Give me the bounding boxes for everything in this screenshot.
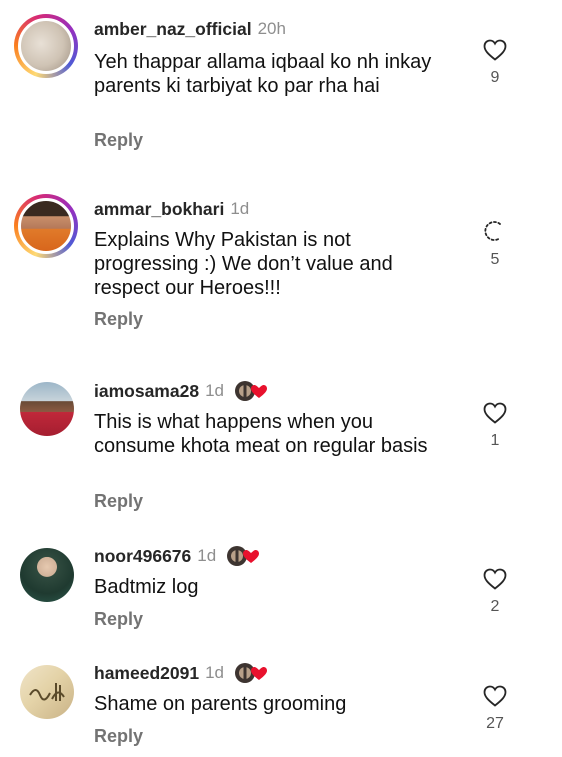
avatar-image bbox=[20, 382, 74, 436]
avatar-image bbox=[20, 548, 74, 602]
avatar-story-ring[interactable] bbox=[14, 14, 78, 78]
avatar[interactable] bbox=[20, 665, 74, 719]
reply-button[interactable]: Reply bbox=[94, 726, 143, 747]
heart-outline-icon[interactable] bbox=[478, 685, 512, 707]
avatar bbox=[18, 18, 74, 74]
avatar-image bbox=[20, 665, 74, 719]
timestamp: 1d bbox=[205, 663, 224, 682]
avatar-heart-badge-icon bbox=[226, 545, 260, 567]
like-count: 9 bbox=[490, 69, 500, 86]
username[interactable]: iamosama28 bbox=[94, 381, 199, 402]
like-count: 1 bbox=[490, 432, 500, 449]
like-control: 27 bbox=[478, 685, 512, 733]
reply-button[interactable]: Reply bbox=[94, 609, 143, 630]
heart-outline-icon[interactable] bbox=[478, 568, 512, 590]
avatar[interactable] bbox=[20, 382, 74, 436]
avatar[interactable] bbox=[20, 548, 74, 602]
username[interactable]: noor496676 bbox=[94, 546, 191, 567]
comment-header: iamosama28 1d bbox=[94, 378, 268, 404]
comment-text: Explains Why Pakistan is not progressing… bbox=[94, 229, 393, 299]
comment-header: ammar_bokhari 1d bbox=[94, 196, 249, 222]
heart-outline-icon[interactable] bbox=[478, 39, 512, 61]
like-count: 5 bbox=[490, 251, 500, 268]
reply-button[interactable]: Reply bbox=[94, 491, 143, 512]
like-control: 9 bbox=[478, 39, 512, 87]
reply-button[interactable]: Reply bbox=[94, 130, 143, 151]
comment-text: Yeh thappar allama iqbaal ko nh inkay pa… bbox=[94, 51, 432, 97]
avatar bbox=[18, 198, 74, 254]
spinner-icon bbox=[478, 219, 512, 243]
comment-header: hameed2091 1d bbox=[94, 660, 268, 686]
heart-outline-icon[interactable] bbox=[478, 402, 512, 424]
comment-text: Badtmiz log bbox=[94, 576, 199, 598]
avatar-heart-badge-icon bbox=[234, 380, 268, 402]
like-control: 5 bbox=[478, 219, 512, 269]
username[interactable]: amber_naz_official bbox=[94, 19, 252, 40]
comment-text: Shame on parents grooming bbox=[94, 693, 347, 715]
like-count: 27 bbox=[486, 715, 504, 732]
username[interactable]: ammar_bokhari bbox=[94, 199, 224, 220]
timestamp: 20h bbox=[257, 19, 286, 38]
username[interactable]: hameed2091 bbox=[94, 663, 199, 684]
avatar-heart-badge-icon bbox=[234, 662, 268, 684]
comment-header: amber_naz_official 20h bbox=[94, 16, 286, 42]
like-count: 2 bbox=[490, 598, 500, 615]
comment-text: This is what happens when you consume kh… bbox=[94, 411, 428, 457]
timestamp: 1d bbox=[205, 381, 224, 400]
timestamp: 1d bbox=[230, 199, 250, 218]
comment-header: noor496676 1d bbox=[94, 543, 260, 569]
like-control: 2 bbox=[478, 568, 512, 616]
timestamp: 1d bbox=[197, 546, 217, 565]
calligraphy-icon bbox=[29, 683, 65, 701]
avatar-story-ring[interactable] bbox=[14, 194, 78, 258]
like-control: 1 bbox=[478, 402, 512, 450]
reply-button[interactable]: Reply bbox=[94, 309, 143, 330]
